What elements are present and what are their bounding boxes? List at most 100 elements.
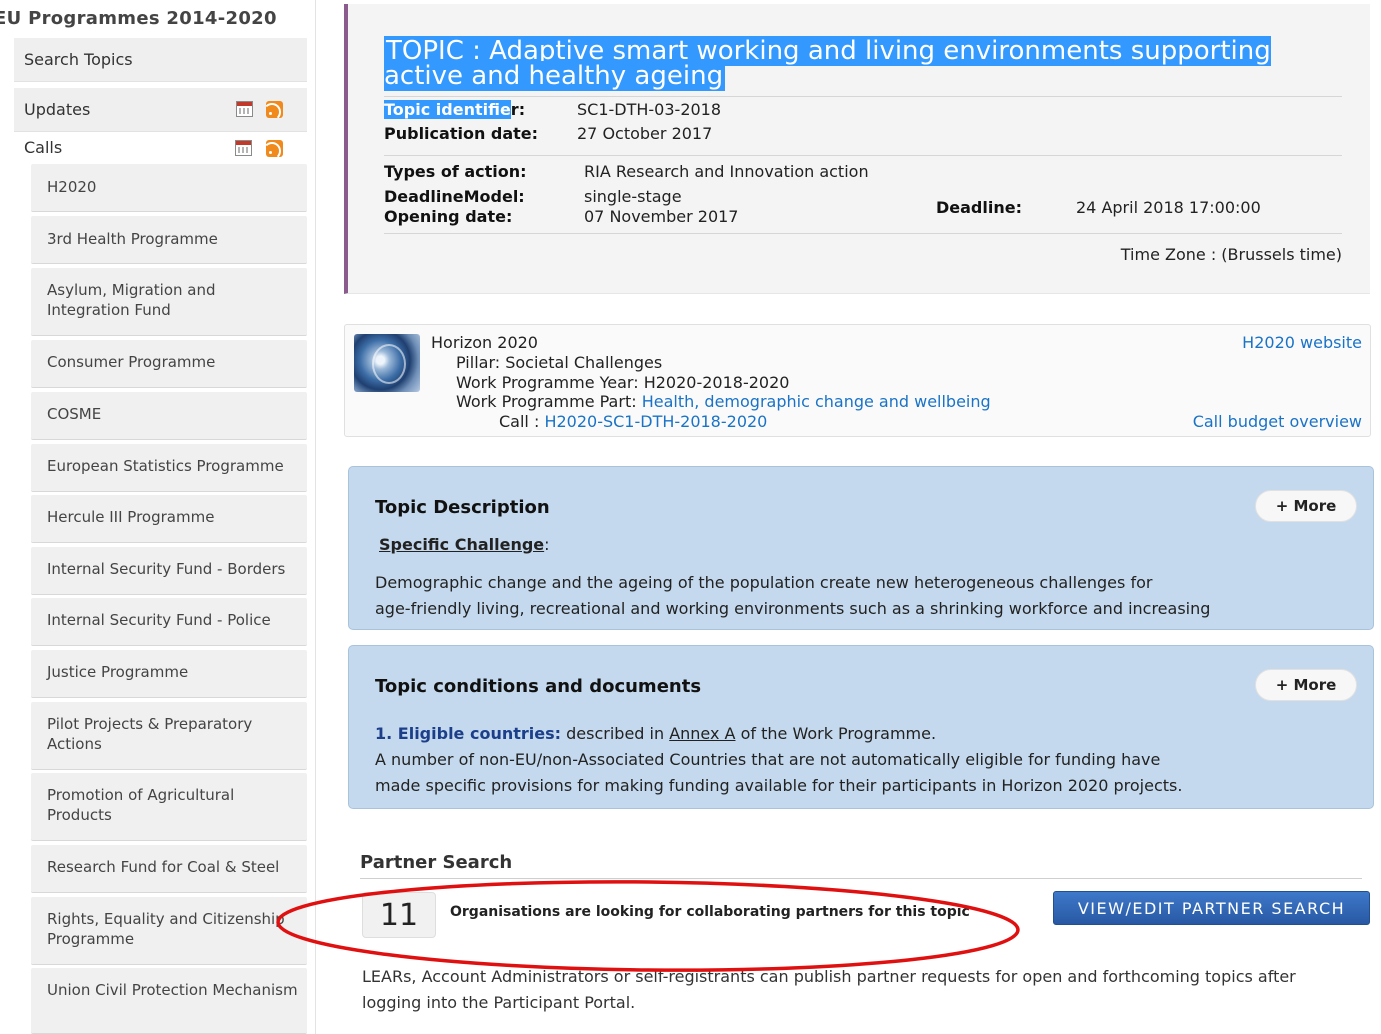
types-of-action-label: Types of action: bbox=[384, 162, 527, 181]
eligible-countries-text: of the Work Programme. bbox=[740, 724, 937, 743]
programme-info: Horizon 2020 Pillar: Societal Challenges… bbox=[344, 324, 1371, 437]
topic-title: TOPIC : Adaptive smart working and livin… bbox=[384, 36, 1350, 91]
topic-identifier-label-selected: Topic identifie bbox=[384, 100, 511, 119]
eligible-countries-line: 1. Eligible countries: described in Anne… bbox=[375, 724, 936, 743]
topic-description-title: Topic Description bbox=[375, 497, 550, 518]
topic-identifier-label-rest: r: bbox=[510, 100, 526, 119]
types-of-action-value: RIA Research and Innovation action bbox=[584, 162, 869, 181]
sidebar-updates-label: Updates bbox=[24, 100, 91, 119]
sidebar-calls-label: Calls bbox=[24, 138, 63, 157]
sidebar-item-label: Justice Programme bbox=[47, 663, 189, 681]
sidebar-item-label: European Statistics Programme bbox=[47, 457, 284, 475]
time-zone: Time Zone : (Brussels time) bbox=[1120, 245, 1342, 264]
sidebar-item-union-civil-protection[interactable]: Union Civil Protection Mechanism bbox=[31, 968, 307, 1034]
sidebar-item-label: Rights, Equality and Citizenship Program… bbox=[47, 910, 285, 948]
opening-date-value: 07 November 2017 bbox=[584, 207, 739, 226]
sidebar-item-label: Consumer Programme bbox=[47, 353, 216, 371]
rss-feed-icon[interactable] bbox=[266, 101, 283, 118]
sidebar-item-label: Pilot Projects & Preparatory Actions bbox=[47, 715, 253, 753]
description-more-button[interactable]: + More bbox=[1255, 490, 1357, 522]
sidebar-item-label: Union Civil Protection Mechanism bbox=[47, 981, 298, 999]
specific-challenge-heading: Specific Challenge: bbox=[379, 535, 550, 554]
sidebar-item-label: Internal Security Fund - Police bbox=[47, 611, 271, 629]
work-programme-part-label: Work Programme Part: bbox=[456, 392, 637, 411]
call-id: Call : H2020-SC1-DTH-2018-2020 bbox=[499, 412, 767, 431]
partner-count: 11 bbox=[362, 892, 436, 938]
deadline-label: Deadline: bbox=[936, 198, 1022, 217]
sidebar: EU Programmes 2014-2020 Search Topics Up… bbox=[0, 0, 316, 1034]
annex-a-link[interactable]: Annex A bbox=[669, 724, 735, 743]
divider bbox=[360, 878, 1362, 879]
topic-identifier-value: SC1-DTH-03-2018 bbox=[577, 100, 722, 119]
sidebar-item-research-fund-coal-steel[interactable]: Research Fund for Coal & Steel bbox=[31, 845, 307, 893]
sidebar-item-label: COSME bbox=[47, 405, 102, 423]
calendar-icon[interactable] bbox=[236, 101, 253, 117]
sidebar-item-consumer-programme[interactable]: Consumer Programme bbox=[31, 340, 307, 388]
sidebar-search-topics[interactable]: Search Topics bbox=[14, 38, 307, 82]
view-edit-partner-search-button[interactable]: VIEW/EDIT PARTNER SEARCH bbox=[1053, 891, 1370, 925]
topic-description-panel: Topic Description + More Specific Challe… bbox=[348, 466, 1374, 630]
call-budget-overview-link[interactable]: Call budget overview bbox=[1193, 412, 1362, 431]
horizon-2020-globe-icon bbox=[354, 334, 420, 392]
topic-conditions-panel: Topic conditions and documents + More 1.… bbox=[348, 645, 1374, 809]
work-programme-part: Work Programme Part: Health, demographic… bbox=[456, 392, 991, 411]
conditions-line: made specific provisions for making fund… bbox=[375, 776, 1183, 795]
sidebar-item-rights-equality[interactable]: Rights, Equality and Citizenship Program… bbox=[31, 897, 307, 965]
sidebar-item-label: 3rd Health Programme bbox=[47, 230, 218, 248]
sidebar-item-3rd-health-programme[interactable]: 3rd Health Programme bbox=[31, 216, 307, 264]
eligible-countries-label: 1. Eligible countries: bbox=[375, 724, 562, 743]
deadline-value: 24 April 2018 17:00:00 bbox=[1076, 198, 1261, 217]
divider bbox=[384, 233, 1342, 234]
sidebar-item-label: Promotion of Agricultural Products bbox=[47, 786, 235, 824]
sidebar-item-hercule-iii[interactable]: Hercule III Programme bbox=[31, 495, 307, 543]
sidebar-search-topics-label: Search Topics bbox=[24, 50, 133, 69]
topic-title-text: TOPIC : Adaptive smart working and livin… bbox=[384, 36, 1271, 91]
topic-identifier-label: Topic identifier: bbox=[384, 100, 525, 119]
sidebar-item-h2020[interactable]: H2020 bbox=[31, 164, 307, 212]
divider bbox=[384, 155, 1342, 156]
sidebar-calls[interactable]: Calls bbox=[14, 134, 307, 162]
sidebar-item-isf-borders[interactable]: Internal Security Fund - Borders bbox=[31, 547, 307, 595]
call-link[interactable]: H2020-SC1-DTH-2018-2020 bbox=[544, 412, 767, 431]
call-label: Call : bbox=[499, 412, 540, 431]
description-line: age-friendly living, recreational and wo… bbox=[375, 599, 1211, 618]
specific-challenge-colon: : bbox=[544, 535, 550, 554]
publication-date-label: Publication date: bbox=[384, 124, 539, 143]
work-programme-part-link[interactable]: Health, demographic change and wellbeing bbox=[642, 392, 991, 411]
specific-challenge-label: Specific Challenge bbox=[379, 535, 545, 554]
sidebar-item-label: Research Fund for Coal & Steel bbox=[47, 858, 280, 876]
sidebar-item-label: Asylum, Migration and Integration Fund bbox=[47, 281, 216, 319]
programme-pillar: Pillar: Societal Challenges bbox=[456, 353, 663, 372]
conditions-line: A number of non-EU/non-Associated Countr… bbox=[375, 750, 1161, 769]
sidebar-item-isf-police[interactable]: Internal Security Fund - Police bbox=[31, 598, 307, 646]
calendar-icon[interactable] bbox=[235, 140, 252, 156]
deadline-model-value: single-stage bbox=[584, 187, 682, 206]
sidebar-item-promotion-agricultural[interactable]: Promotion of Agricultural Products bbox=[31, 773, 307, 841]
topic-header: TOPIC : Adaptive smart working and livin… bbox=[344, 4, 1370, 294]
sidebar-item-pilot-projects[interactable]: Pilot Projects & Preparatory Actions bbox=[31, 702, 307, 770]
divider bbox=[384, 96, 1342, 97]
sidebar-item-label: Internal Security Fund - Borders bbox=[47, 560, 286, 578]
h2020-website-link[interactable]: H2020 website bbox=[1242, 333, 1362, 352]
sidebar-item-justice-programme[interactable]: Justice Programme bbox=[31, 650, 307, 698]
partner-search-message: Organisations are looking for collaborat… bbox=[450, 904, 970, 920]
opening-date-label: Opening date: bbox=[384, 207, 513, 226]
sidebar-item-label: H2020 bbox=[47, 178, 97, 196]
eligible-countries-text: described in bbox=[566, 724, 665, 743]
conditions-more-button[interactable]: + More bbox=[1255, 669, 1357, 701]
rss-feed-icon[interactable] bbox=[266, 140, 283, 157]
description-line: Demographic change and the ageing of the… bbox=[375, 573, 1153, 592]
programme-name: Horizon 2020 bbox=[431, 333, 538, 352]
sidebar-item-cosme[interactable]: COSME bbox=[31, 392, 307, 440]
sidebar-item-label: Hercule III Programme bbox=[47, 508, 215, 526]
work-programme-year: Work Programme Year: H2020-2018-2020 bbox=[456, 373, 790, 392]
partner-search-title: Partner Search bbox=[360, 852, 513, 873]
topic-conditions-title: Topic conditions and documents bbox=[375, 676, 702, 697]
sidebar-item-asylum-migration[interactable]: Asylum, Migration and Integration Fund bbox=[31, 268, 307, 336]
sidebar-title: EU Programmes 2014-2020 bbox=[0, 8, 277, 29]
partner-search-note: LEARs, Account Administrators or self-re… bbox=[362, 967, 1296, 1012]
publication-date-value: 27 October 2017 bbox=[577, 124, 713, 143]
sidebar-item-european-statistics[interactable]: European Statistics Programme bbox=[31, 444, 307, 492]
deadline-model-label: DeadlineModel: bbox=[384, 187, 525, 206]
sidebar-updates[interactable]: Updates bbox=[14, 88, 307, 132]
